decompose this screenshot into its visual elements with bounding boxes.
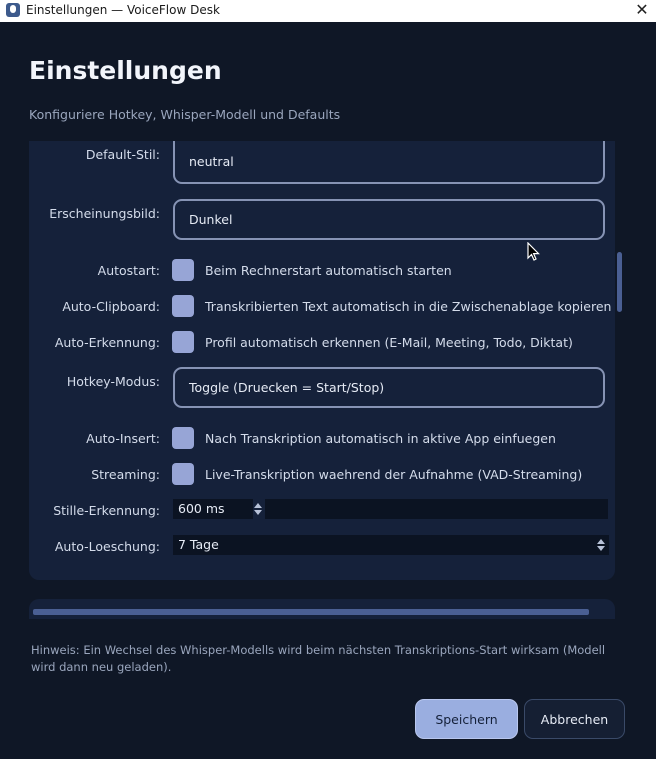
close-icon[interactable]: ✕ xyxy=(628,0,656,22)
autostart-checkbox[interactable] xyxy=(172,259,194,281)
settings-vertical-scrollbar[interactable] xyxy=(617,252,622,312)
horizontal-scrollbar[interactable] xyxy=(33,609,589,615)
cancel-button[interactable]: Abbrechen xyxy=(524,699,625,739)
auto-insert-text: Nach Transkription automatisch in aktive… xyxy=(205,431,556,446)
auto-loeschung-spinbox[interactable]: 7 Tage xyxy=(173,535,609,555)
auto-erkennung-checkbox[interactable] xyxy=(172,331,194,353)
settings-panel: Default-Stil: neutral Erscheinungsbild: … xyxy=(29,141,615,580)
stille-erkennung-label: Stille-Erkennung: xyxy=(53,503,160,518)
hotkey-modus-label: Hotkey-Modus: xyxy=(66,374,160,389)
auto-loeschung-label: Auto-Loeschung: xyxy=(54,539,160,554)
auto-erkennung-text: Profil automatisch erkennen (E-Mail, Mee… xyxy=(205,335,573,350)
auto-clipboard-checkbox[interactable] xyxy=(172,295,194,317)
auto-clipboard-label: Auto-Clipboard: xyxy=(62,299,160,314)
save-button[interactable]: Speichern xyxy=(415,699,518,739)
streaming-checkbox[interactable] xyxy=(172,463,194,485)
hint-text: Hinweis: Ein Wechsel des Whisper-Modells… xyxy=(31,643,606,674)
autostart-text: Beim Rechnerstart automatisch starten xyxy=(205,263,452,278)
auto-insert-checkbox[interactable] xyxy=(172,427,194,449)
window-title: Einstellungen — VoiceFlow Desk xyxy=(26,3,220,17)
default-stil-label: Default-Stil: xyxy=(85,147,160,162)
window-titlebar: Einstellungen — VoiceFlow Desk ✕ xyxy=(0,0,656,22)
streaming-label: Streaming: xyxy=(91,467,160,482)
erscheinungsbild-label: Erscheinungsbild: xyxy=(49,206,160,221)
auto-clipboard-text: Transkribierten Text automatisch in die … xyxy=(205,299,612,314)
page-title: Einstellungen xyxy=(29,56,222,85)
auto-loeschung-stepper-icon[interactable] xyxy=(596,537,606,553)
page-subtitle: Konfiguriere Hotkey, Whisper-Modell und … xyxy=(29,107,341,122)
stille-erkennung-track xyxy=(265,499,608,519)
mouse-pointer-icon xyxy=(527,242,540,261)
hotkey-modus-select[interactable]: Toggle (Druecken = Start/Stop) xyxy=(173,367,605,408)
microphone-icon xyxy=(6,3,20,17)
streaming-text: Live-Transkription waehrend der Aufnahme… xyxy=(205,467,583,482)
default-stil-select[interactable]: neutral xyxy=(173,141,605,184)
stille-erkennung-spinbox[interactable]: 600 ms xyxy=(173,499,253,519)
auto-insert-label: Auto-Insert: xyxy=(86,431,160,446)
erscheinungsbild-select[interactable]: Dunkel xyxy=(173,199,605,240)
autostart-label: Autostart: xyxy=(97,263,160,278)
auto-erkennung-label: Auto-Erkennung: xyxy=(54,335,160,350)
stille-erkennung-stepper-icon[interactable] xyxy=(253,501,263,517)
